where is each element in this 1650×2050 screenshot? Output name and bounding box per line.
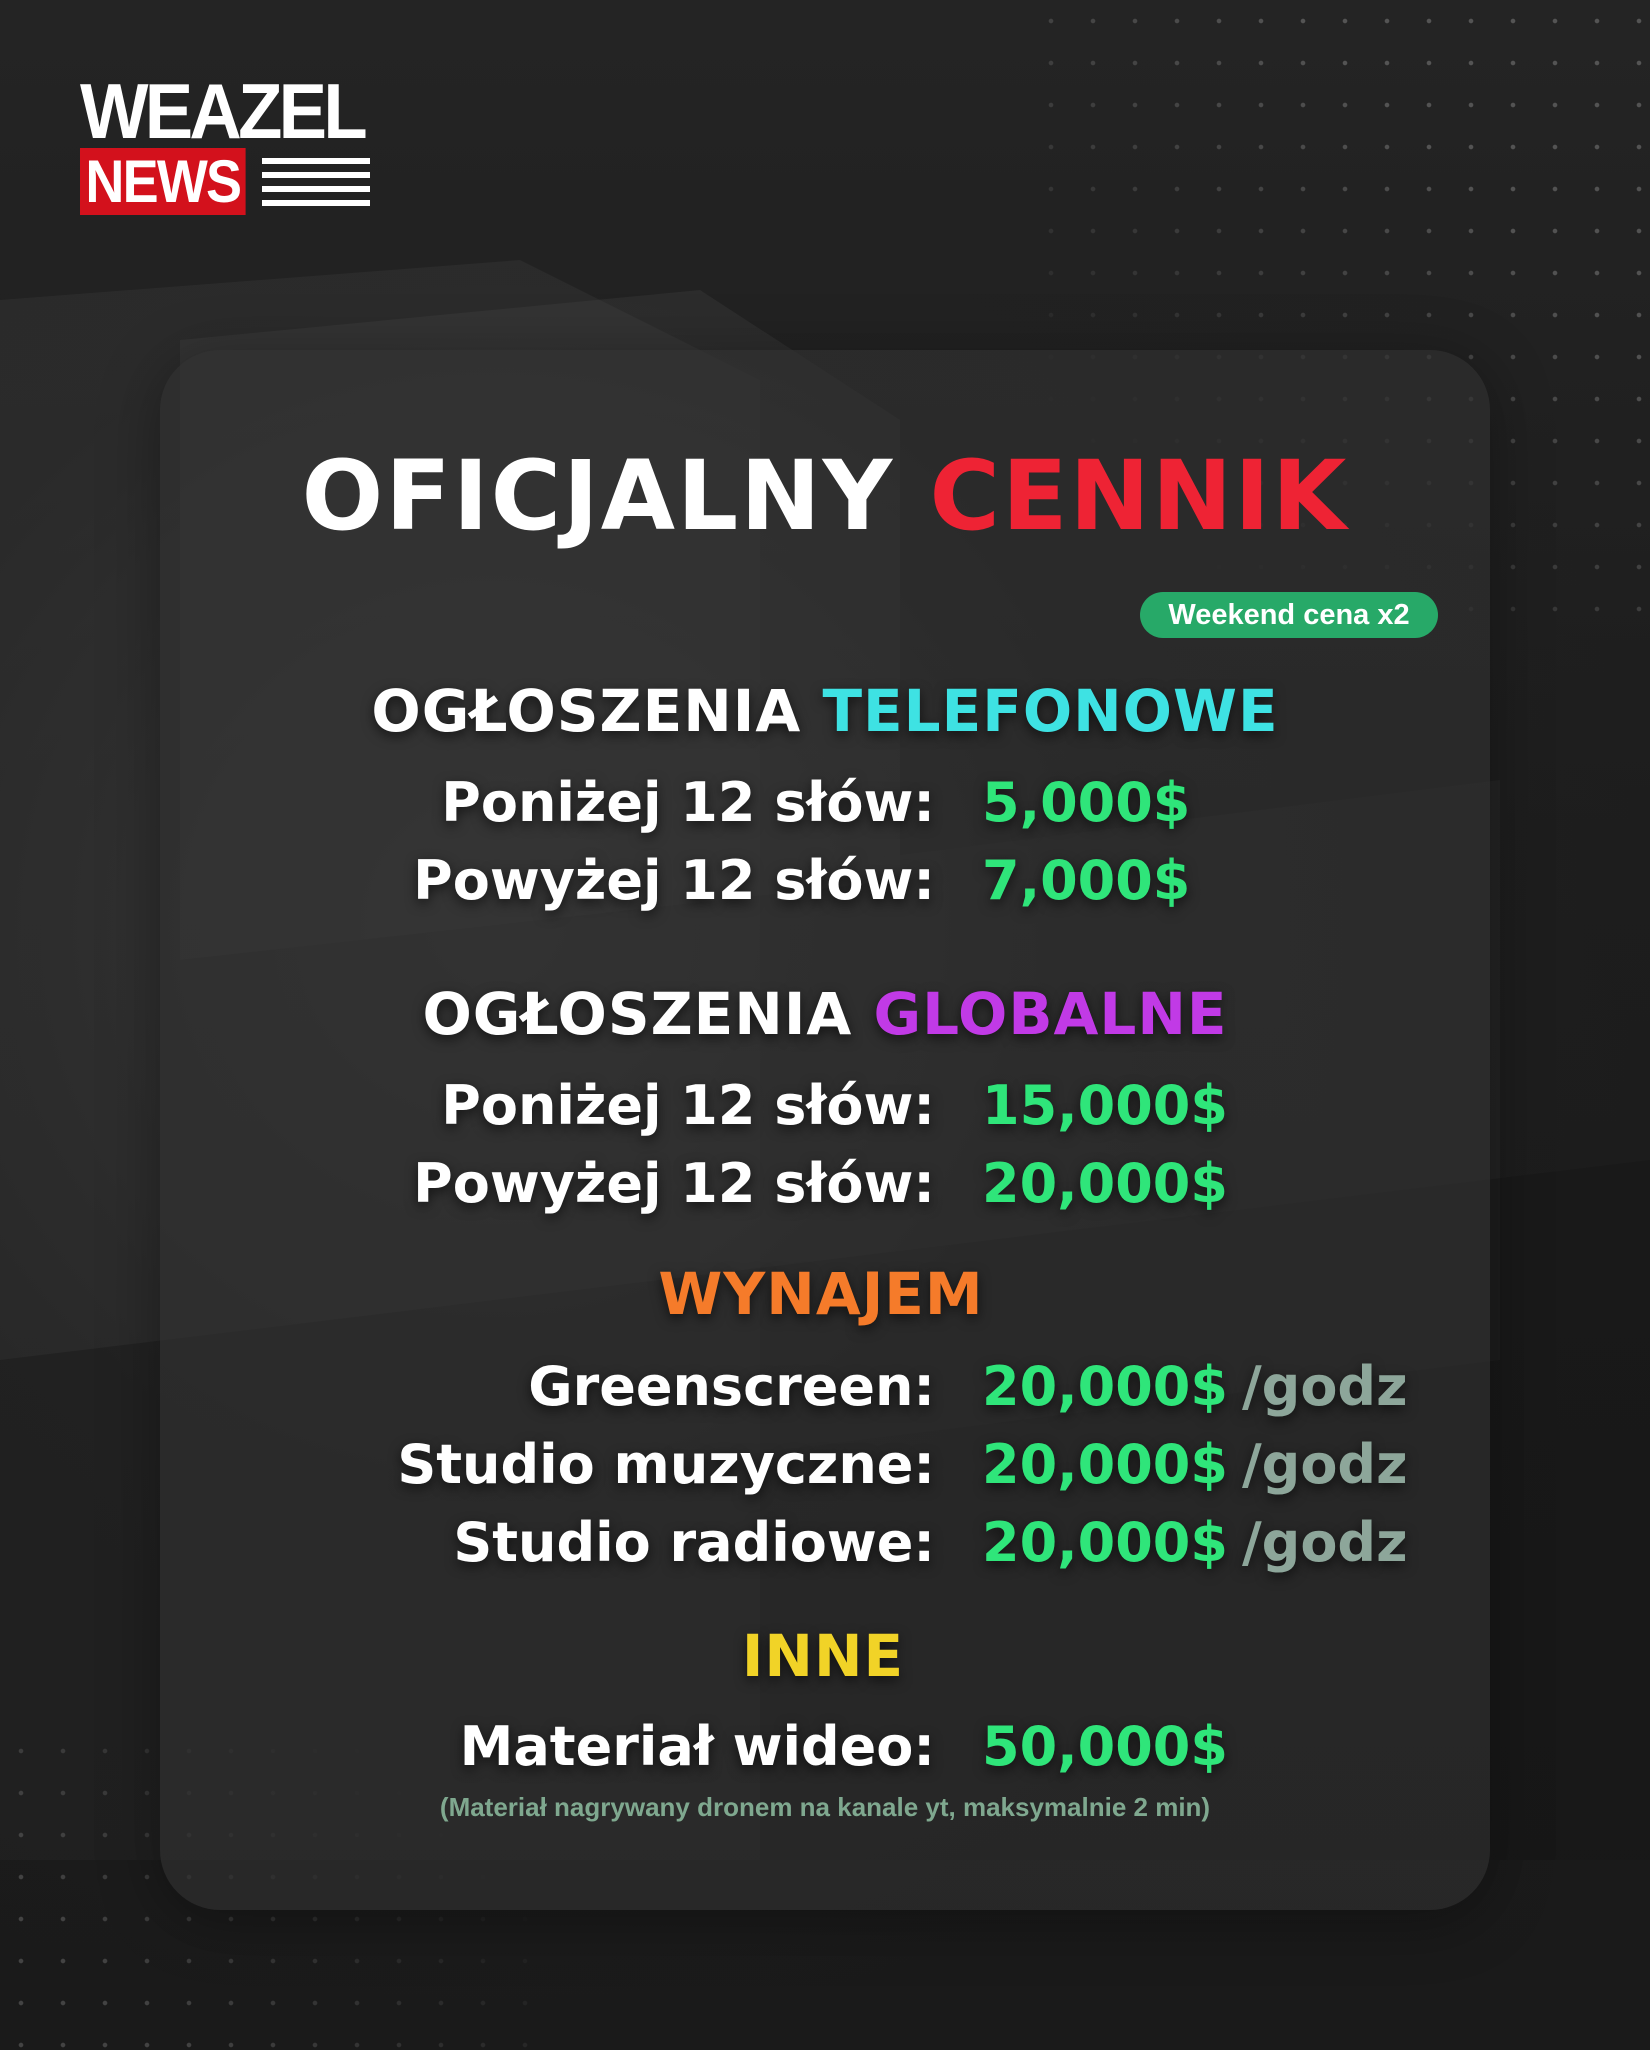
price-label: Studio muzyczne: <box>397 1433 935 1496</box>
price-label: Powyżej 12 słów: <box>413 849 935 912</box>
weekend-price-badge: Weekend cena x2 <box>1140 592 1438 638</box>
other-heading: INNE <box>741 1622 905 1690</box>
section-heading-other: INNE <box>0 1627 1646 1685</box>
price-row: Poniżej 12 słów: 5,000$ <box>0 772 1650 834</box>
price-value: 20,000$ <box>982 1355 1228 1418</box>
title-part-1: OFICJALNY <box>301 440 895 552</box>
phone-heading-part-2: TELEFONOWE <box>822 677 1279 745</box>
price-value: 15,000$ <box>982 1074 1228 1137</box>
section-heading-global-ads: OGŁOSZENIA GLOBALNE <box>0 985 1650 1043</box>
price-value: 20,000$ <box>982 1511 1228 1574</box>
video-material-note: (Materiał nagrywany dronem na kanale yt,… <box>439 1792 1211 1822</box>
global-heading-part-2: GLOBALNE <box>873 980 1228 1048</box>
section-heading-rental: WYNAJEM <box>0 1265 1642 1323</box>
price-label: Powyżej 12 słów: <box>413 1152 935 1215</box>
price-unit: /godz <box>1241 1355 1408 1418</box>
price-unit: /godz <box>1241 1433 1408 1496</box>
weazel-news-logo: WEAZEL NEWS <box>80 72 380 217</box>
price-label: Poniżej 12 słów: <box>441 771 935 834</box>
price-row: Greenscreen: 20,000$/godz <box>0 1356 1650 1418</box>
price-value-with-unit: 20,000$/godz <box>982 1434 1408 1496</box>
price-value-with-unit: 20,000$/godz <box>982 1356 1408 1418</box>
logo-lines-icon <box>262 157 370 206</box>
price-row: Studio muzyczne: 20,000$/godz <box>0 1434 1650 1496</box>
price-label: Poniżej 12 słów: <box>441 1074 935 1137</box>
price-unit: /godz <box>1241 1511 1408 1574</box>
price-label: Studio radiowe: <box>453 1511 935 1574</box>
price-value: 5,000$ <box>982 771 1191 834</box>
price-value: 20,000$ <box>982 1433 1228 1496</box>
price-value-with-unit: 20,000$/godz <box>982 1512 1408 1574</box>
price-row: Powyżej 12 słów: 20,000$ <box>0 1153 1650 1215</box>
price-value: 50,000$ <box>982 1715 1228 1778</box>
phone-heading-part-1: OGŁOSZENIA <box>371 677 802 745</box>
logo-news-row: NEWS <box>80 148 370 215</box>
price-row: Poniżej 12 słów: 15,000$ <box>0 1075 1650 1137</box>
title-part-2: CENNIK <box>929 440 1349 552</box>
page-title: OFICJALNY CENNIK <box>0 448 1650 544</box>
price-row: Powyżej 12 słów: 7,000$ <box>0 850 1650 912</box>
global-heading-part-1: OGŁOSZENIA <box>422 980 853 1048</box>
price-row: Materiał wideo: 50,000$ <box>0 1716 1650 1778</box>
price-value: 20,000$ <box>982 1152 1228 1215</box>
price-label: Greenscreen: <box>528 1355 935 1418</box>
price-row: Studio radiowe: 20,000$/godz <box>0 1512 1650 1574</box>
price-value: 7,000$ <box>982 849 1191 912</box>
logo-weazel-text: WEAZEL <box>80 67 368 155</box>
logo-news-text: NEWS <box>80 148 246 215</box>
section-heading-phone-ads: OGŁOSZENIA TELEFONOWE <box>0 682 1650 740</box>
rental-heading: WYNAJEM <box>658 1260 984 1328</box>
price-label: Materiał wideo: <box>459 1715 935 1778</box>
